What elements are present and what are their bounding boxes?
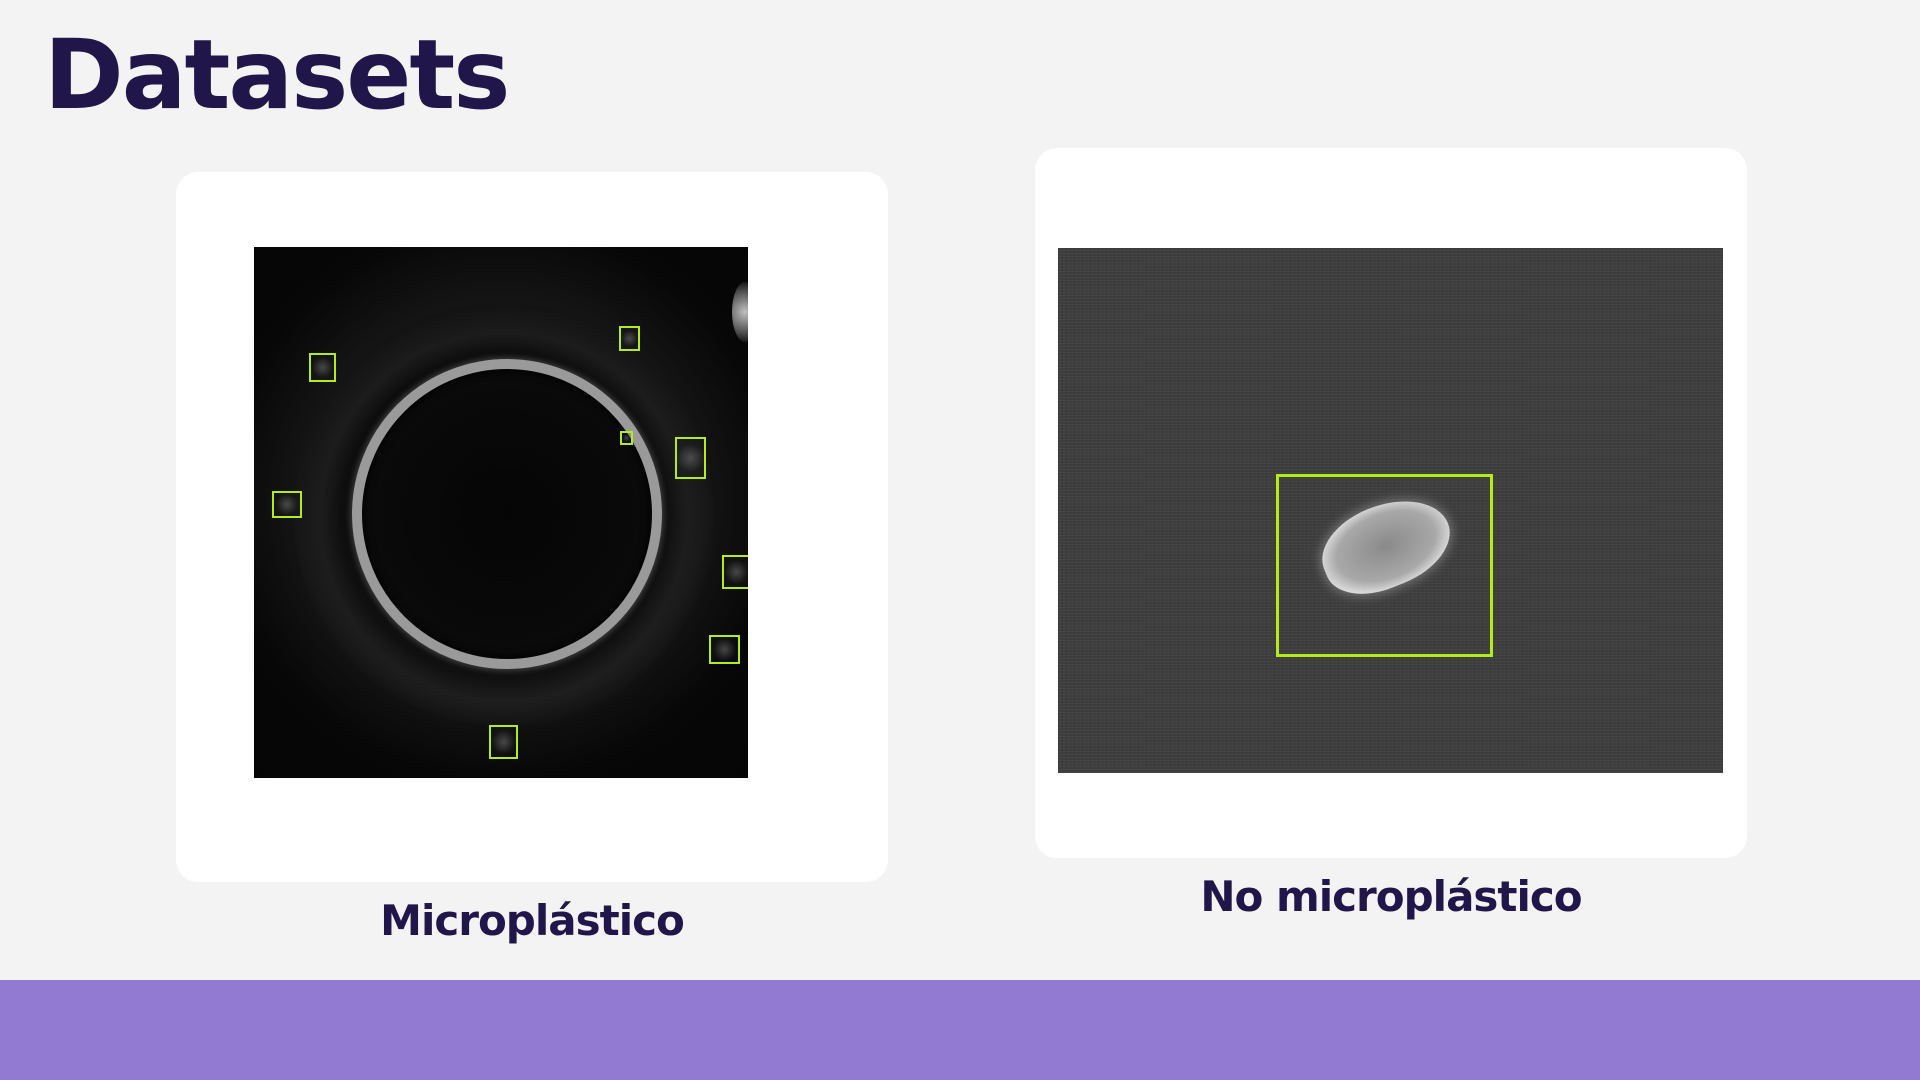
non-microplastic-sample-image — [1058, 248, 1723, 773]
slide: Datasets Microplástico No microplástico — [0, 0, 1920, 1080]
detection-box — [675, 437, 706, 479]
detection-box — [272, 491, 302, 518]
detection-box — [709, 635, 740, 664]
light-glare — [732, 282, 748, 342]
footer-bar — [0, 980, 1920, 1080]
detection-box — [620, 431, 633, 445]
caption-non-microplastic: No microplástico — [1200, 872, 1582, 921]
dataset-card-microplastic — [176, 172, 888, 882]
detection-box — [489, 725, 518, 759]
detection-box — [619, 326, 640, 351]
detection-box — [1276, 474, 1493, 657]
slide-title: Datasets — [44, 19, 510, 131]
detection-box — [722, 555, 748, 589]
detection-box — [309, 353, 336, 382]
microplastic-sample-image — [254, 247, 748, 778]
petri-dish-ring — [352, 359, 662, 669]
caption-microplastic: Microplástico — [380, 896, 685, 945]
dataset-card-non-microplastic — [1035, 148, 1747, 858]
